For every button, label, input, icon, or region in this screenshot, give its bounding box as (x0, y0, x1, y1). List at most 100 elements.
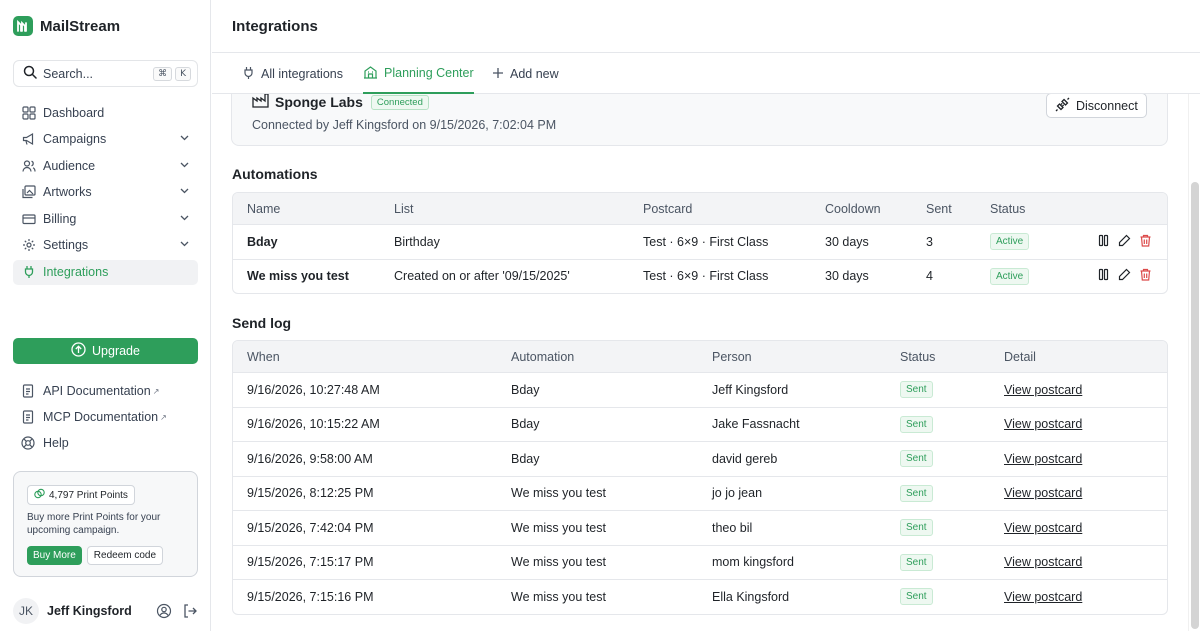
sidebar-item-billing[interactable]: Billing (13, 206, 198, 231)
connection-name: Sponge Labs (275, 94, 363, 110)
pause-icon[interactable] (1097, 268, 1110, 284)
sidebar-item-audience[interactable]: Audience (13, 153, 198, 178)
tab-planning-center[interactable]: Planning Center (363, 54, 474, 94)
search-button[interactable]: Search... ⌘ K (13, 60, 198, 87)
view-postcard-link[interactable]: View postcard (1004, 555, 1082, 569)
help-link[interactable]: Help (13, 430, 198, 456)
chevron-down-icon[interactable] (179, 238, 190, 252)
automation-name: We miss you test (247, 269, 349, 284)
upgrade-button[interactable]: Upgrade (13, 338, 198, 364)
plug-icon (21, 264, 37, 280)
automation-cooldown: 30 days (825, 269, 869, 284)
print-points-card: 4,797 Print Points Buy more Print Points… (13, 471, 198, 577)
log-person: david gereb (712, 451, 778, 466)
search-icon (23, 65, 37, 82)
redeem-code-button[interactable]: Redeem code (86, 546, 164, 565)
plus-icon (492, 67, 504, 82)
automation-postcard: Test · 6×9 · First Class (643, 269, 769, 284)
scrollbar-thumb[interactable] (1191, 182, 1199, 629)
view-postcard-link[interactable]: View postcard (1004, 521, 1082, 535)
shortcut-cmd: ⌘ (153, 66, 173, 81)
view-postcard-link[interactable]: View postcard (1004, 486, 1082, 500)
sidebar-item-campaigns[interactable]: Campaigns (13, 127, 198, 152)
status-badge: Sent (900, 415, 933, 433)
logout-icon[interactable] (182, 603, 198, 619)
automation-name: Bday (247, 234, 278, 249)
pause-icon[interactable] (1097, 234, 1110, 250)
brand[interactable]: MailStream (13, 16, 120, 36)
status-badge: Sent (900, 484, 933, 502)
column-header: Status (990, 201, 1026, 216)
view-postcard-link[interactable]: View postcard (1004, 383, 1082, 397)
sidebar-item-label: Audience (43, 158, 96, 173)
mailstream-logo-icon (13, 16, 33, 36)
edit-icon[interactable] (1118, 234, 1131, 250)
search-label: Search... (43, 66, 94, 81)
plug-icon (242, 66, 255, 83)
sidebar-item-settings[interactable]: Settings (13, 233, 198, 258)
log-person: Ella Kingsford (712, 589, 790, 604)
column-header: Automation (511, 349, 575, 364)
arrow-up-circle-icon (71, 342, 86, 360)
mcp-documentation-label: MCP Documentation (43, 410, 159, 424)
scrollbar[interactable] (1188, 94, 1200, 631)
trash-icon[interactable] (1139, 268, 1152, 284)
trash-icon[interactable] (1139, 234, 1152, 250)
chevron-down-icon[interactable] (179, 132, 190, 146)
log-person: jo jo jean (712, 486, 763, 501)
account-settings-icon[interactable] (156, 603, 172, 619)
column-header: Detail (1004, 349, 1036, 364)
avatar[interactable]: JK (13, 598, 39, 624)
header: Integrations (212, 0, 1200, 53)
print-points-badge: 4,797 Print Points (27, 485, 135, 505)
external-link-icon: ↗ (152, 386, 160, 396)
user-name: Jeff Kingsford (47, 604, 132, 618)
sidebar-item-label: Dashboard (43, 105, 105, 120)
image-icon (21, 184, 37, 200)
mcp-documentation-link[interactable]: MCP Documentation ↗ (13, 404, 198, 430)
tab-all-integrations[interactable]: All integrations (242, 54, 343, 94)
sidebar-item-dashboard[interactable]: Dashboard (13, 100, 198, 125)
sidebar-item-artworks[interactable]: Artworks (13, 180, 198, 205)
user-profile: JK Jeff Kingsford (13, 598, 198, 624)
view-postcard-link[interactable]: View postcard (1004, 452, 1082, 466)
chevron-down-icon[interactable] (179, 159, 190, 173)
api-documentation-link[interactable]: API Documentation ↗ (13, 378, 198, 404)
status-badge: Sent (900, 519, 933, 537)
log-person: Jake Fassnacht (712, 417, 800, 432)
automation-list: Created on or after '09/15/2025' (394, 269, 570, 284)
sidebar-item-label: Settings (43, 238, 89, 253)
log-person: mom kingsford (712, 555, 794, 570)
print-points-text: Buy more Print Points for your upcoming … (27, 512, 161, 536)
automation-postcard: Test · 6×9 · First Class (643, 234, 769, 249)
users-icon (21, 158, 37, 174)
edit-icon[interactable] (1118, 268, 1131, 284)
unplug-icon (1055, 97, 1070, 115)
table-row: 9/15/2026, 7:15:17 PM We miss you test m… (233, 544, 1167, 580)
log-when: 9/16/2026, 10:27:48 AM (247, 382, 380, 397)
tab-add-new[interactable]: Add new (492, 54, 559, 94)
sidebar-nav: Dashboard Campaigns Audience Artworks Bi… (13, 100, 198, 286)
tab-label: All integrations (261, 67, 343, 81)
table-header: Name List Postcard Cooldown Sent Status (233, 193, 1167, 224)
main-content: Sponge Labs Connected Connected by Jeff … (212, 94, 1188, 631)
sidebar-links: API Documentation ↗ MCP Documentation ↗ He… (13, 378, 198, 456)
log-when: 9/15/2026, 7:15:16 PM (247, 589, 374, 604)
view-postcard-link[interactable]: View postcard (1004, 417, 1082, 431)
view-postcard-link[interactable]: View postcard (1004, 590, 1082, 604)
automations-title: Automations (232, 166, 318, 182)
log-when: 9/15/2026, 8:12:25 PM (247, 486, 374, 501)
sidebar-item-label: Campaigns (43, 132, 107, 147)
disconnect-button[interactable]: Disconnect (1046, 94, 1147, 118)
chevron-down-icon[interactable] (179, 212, 190, 226)
sidebar-item-integrations[interactable]: Integrations (13, 259, 198, 285)
log-person: theo bil (712, 520, 753, 535)
buy-more-button[interactable]: Buy More (27, 546, 82, 565)
sidebar-item-label: Artworks (43, 185, 92, 200)
log-person: Jeff Kingsford (712, 382, 789, 397)
help-label: Help (43, 436, 69, 450)
chevron-down-icon[interactable] (179, 185, 190, 199)
external-link-icon: ↗ (160, 412, 167, 422)
table-row: Bday Birthday Test · 6×9 · First Class 3… (233, 224, 1167, 259)
sidebar: MailStream Search... ⌘ K Dashboard Campa… (0, 0, 211, 631)
